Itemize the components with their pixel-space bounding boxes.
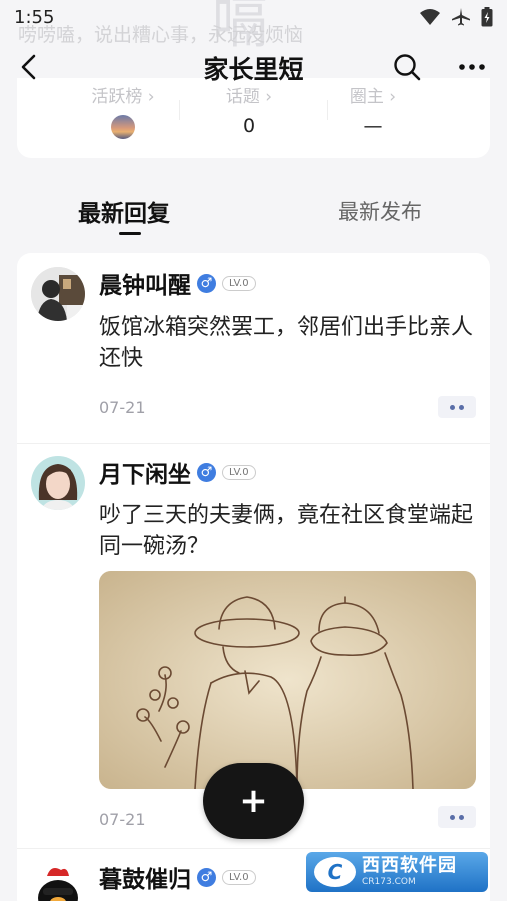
gender-male-icon: ♂ [197, 273, 216, 293]
stat-value: — [363, 115, 383, 137]
tab-latest-posts[interactable]: 最新发布 [338, 196, 422, 226]
stat-topics[interactable]: 话题 › 0 [179, 82, 319, 137]
watermark-domain: CR173.COM [362, 877, 416, 887]
status-bar: 1:55 [0, 0, 507, 34]
avatar[interactable] [31, 267, 85, 321]
more-dots-icon [459, 64, 485, 70]
username[interactable]: 暮鼓催归 [99, 860, 191, 894]
couple-sketch-illustration [99, 571, 476, 789]
top-member-avatar [111, 115, 135, 139]
status-time: 1:55 [14, 6, 55, 28]
page-title: 家长里短 [203, 55, 304, 84]
username[interactable]: 晨钟叫醒 [99, 266, 191, 300]
create-post-button[interactable]: + [203, 763, 304, 839]
gender-male-icon: ♂ [197, 867, 216, 887]
more-options-button[interactable] [455, 50, 489, 84]
battery-icon [481, 7, 493, 27]
search-icon [394, 54, 421, 81]
post-title[interactable]: 吵了三天的夫妻俩，竟在社区食堂端起同一碗汤？ [99, 500, 479, 562]
post-date: 07-21 [99, 810, 146, 829]
stat-circle-owner[interactable]: 圈主 › — [303, 82, 443, 137]
gender-male-icon: ♂ [197, 462, 216, 482]
tab-latest-replies[interactable]: 最新回复 [78, 194, 170, 228]
level-badge: LV.0 [222, 464, 256, 480]
avatar[interactable] [31, 456, 85, 510]
username[interactable]: 月下闲坐 [99, 455, 191, 489]
status-icons [419, 7, 493, 27]
stat-value: 0 [242, 115, 256, 137]
site-watermark: C 西西软件园 CR173.COM [306, 852, 488, 892]
plus-icon: + [239, 781, 268, 821]
post-image[interactable] [99, 571, 476, 789]
avatar[interactable] [31, 862, 85, 901]
list-item[interactable]: 晨钟叫醒 ♂ LV.0 饭馆冰箱突然罢工，邻居们出手比亲人还快 07-21 [17, 253, 490, 443]
level-badge: LV.0 [222, 869, 256, 885]
circle-stats-card: 活跃榜 › 话题 › 0 圈主 › — [17, 78, 490, 158]
watermark-logo: C [314, 857, 356, 887]
username-row: 晨钟叫醒 ♂ LV.0 [99, 266, 256, 300]
feed-tabs: 最新回复 最新发布 [0, 188, 507, 240]
username-row: 月下闲坐 ♂ LV.0 [99, 455, 256, 489]
airplane-icon [452, 8, 470, 26]
user-photo [31, 267, 85, 321]
watermark-name: 西西软件园 [362, 855, 457, 876]
search-button[interactable] [390, 50, 424, 84]
username-row: 暮鼓催归 ♂ LV.0 [99, 860, 256, 894]
post-more-button[interactable] [438, 806, 476, 828]
post-more-button[interactable] [438, 396, 476, 418]
post-title[interactable]: 饭馆冰箱突然罢工，邻居们出手比亲人还快 [99, 312, 479, 374]
tab-active-indicator [119, 232, 141, 235]
level-badge: LV.0 [222, 275, 256, 291]
post-date: 07-21 [99, 398, 146, 417]
wifi-icon [420, 9, 440, 25]
nav-bar: 家长里短 [0, 44, 507, 90]
user-photo [31, 456, 85, 510]
user-photo [31, 862, 85, 901]
stat-active-ranking[interactable]: 活跃榜 › [53, 82, 193, 139]
